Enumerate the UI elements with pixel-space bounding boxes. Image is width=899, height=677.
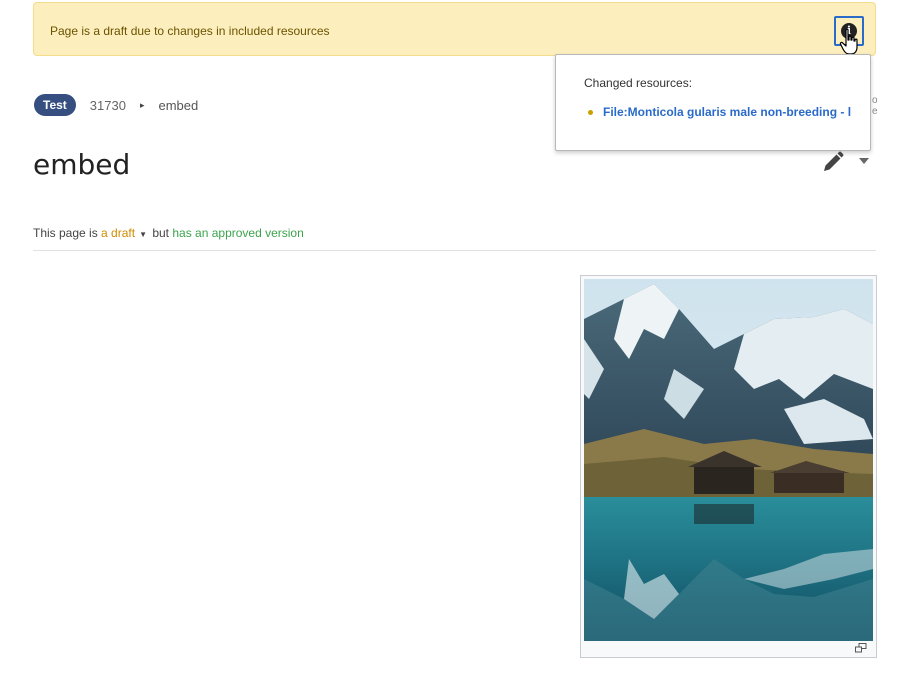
truncated-text-line: o [872, 95, 878, 106]
status-prefix: This page is [33, 226, 102, 240]
draft-notice-text: Page is a draft due to changes in includ… [50, 24, 330, 38]
truncated-text-line: e [872, 106, 878, 117]
caret-down-icon[interactable]: ▼ [139, 230, 147, 239]
pencil-icon[interactable] [822, 151, 844, 173]
popup-title: Changed resources: [584, 76, 693, 90]
truncated-side-text: o e [872, 95, 878, 117]
breadcrumb-item-current: embed [158, 97, 199, 113]
changed-resource-label: File:Monticola gularis male non-breeding… [603, 105, 852, 119]
approved-version-link[interactable]: has an approved version [172, 226, 303, 240]
chevron-down-icon[interactable] [858, 155, 870, 167]
changed-resources-popup: Changed resources: File:Monticola gulari… [555, 54, 871, 151]
changed-resources-list: File:Monticola gularis male non-breeding… [588, 105, 851, 119]
namespace-badge[interactable]: Test [34, 94, 76, 116]
bullet-icon [588, 110, 593, 115]
breadcrumb: Test 31730 ▸ embed [34, 93, 198, 117]
page-title: embed [33, 148, 131, 181]
breadcrumb-item-number[interactable]: 31730 [90, 98, 126, 113]
embedded-image-thumbnail[interactable] [580, 275, 877, 658]
status-middle: but [149, 226, 173, 240]
changed-resource-link[interactable]: File:Monticola gularis male non-breeding… [588, 105, 851, 119]
divider [33, 250, 876, 251]
mountain-lake-image[interactable] [584, 279, 873, 641]
approval-status: This page is a draft ▼ but has an approve… [33, 226, 304, 240]
magnify-icon[interactable] [855, 643, 867, 653]
chevron-right-icon: ▸ [139, 99, 145, 110]
draft-link[interactable]: a draft [101, 226, 135, 240]
draft-notice-banner: Page is a draft due to changes in includ… [33, 2, 876, 56]
